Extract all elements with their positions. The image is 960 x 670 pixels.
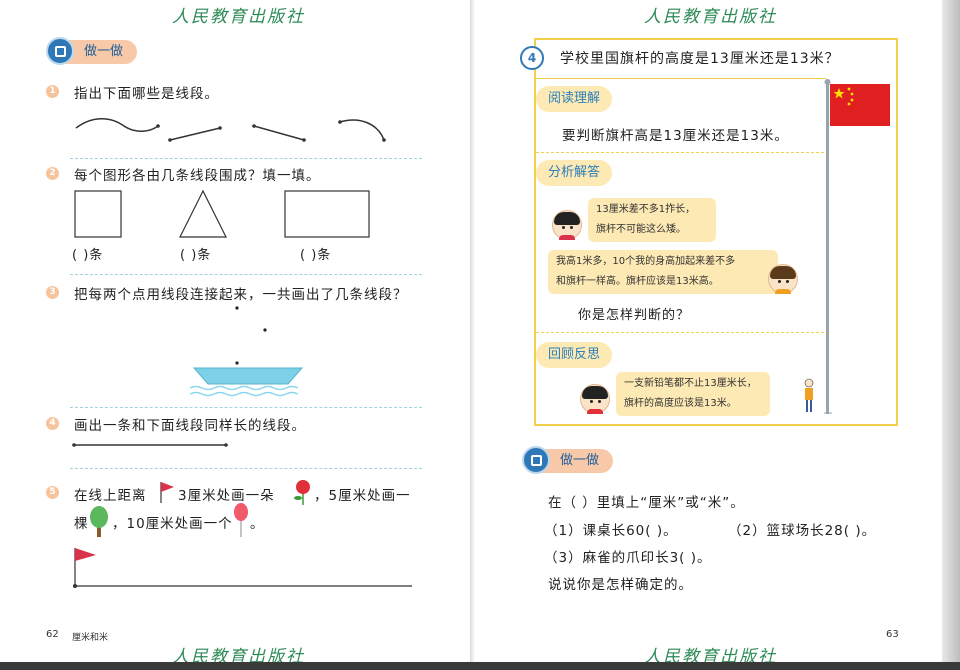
divider (70, 274, 422, 275)
publisher-header-logo: 人民教育出版社 (172, 7, 305, 27)
publisher-footer-logo: 人民教育出版社 (644, 647, 777, 662)
flagpole-figure (824, 79, 890, 414)
line-figures (75, 118, 386, 142)
reading-text: 要判断旗杆高是13厘米还是13米。 (562, 128, 789, 144)
publisher-footer-logo: 人民教育出版社 (172, 647, 305, 662)
flag-icon (160, 482, 174, 503)
section-label-try: 做一做 (46, 37, 138, 65)
tree-icon (90, 506, 108, 537)
child-figure (804, 378, 814, 412)
speech-bubble-review: 一支新铅笔都不止13厘米长， 旗杆的高度应该是13米。 (616, 372, 770, 416)
frame-divider (534, 78, 826, 79)
question-5-part-4: 棵 (74, 516, 89, 532)
page-number: 63 (886, 629, 899, 640)
question-5-part-5: ，10厘米处画一个 (112, 516, 233, 532)
blank-rectangle[interactable]: ( )条 (300, 244, 331, 263)
reference-segment (72, 443, 228, 447)
pencil-square-icon (522, 446, 550, 474)
fill-item-4: 说说你是怎样确定的。 (548, 577, 693, 593)
question-number: 2 (46, 167, 59, 180)
boy-avatar (552, 210, 582, 240)
balloon-icon (234, 503, 248, 537)
label-review: 回顾反思 (536, 342, 613, 368)
question-number: 4 (46, 417, 59, 430)
divider (70, 468, 422, 469)
question-1-text: 指出下面哪些是线段。 (74, 86, 219, 102)
left-page: 人民教育出版社 做一做 1 指出下面哪些是线段。 2 每个图形各由几条线段围成？… (0, 0, 472, 662)
example-number: 4 (520, 46, 544, 70)
fill-item-3[interactable]: （3）麻雀的爪印长3( )。 (544, 546, 712, 566)
blank-square[interactable]: ( )条 (72, 244, 103, 263)
speech-bubble-boy: 13厘米差不多1拃长， 旗杆不可能这么矮。 (588, 198, 716, 242)
section-label-text: 做一做 (84, 44, 124, 59)
divider (536, 152, 824, 153)
example-question: 学校里国旗杆的高度是13厘米还是13米？ (560, 51, 840, 67)
divider (70, 158, 422, 159)
question-number: 5 (46, 486, 59, 499)
section-label-try: 做一做 (522, 446, 614, 474)
boat-dots-figure (190, 306, 304, 397)
question-number: 1 (46, 85, 59, 98)
publisher-header-logo: 人民教育出版社 (644, 7, 777, 27)
fill-item-2[interactable]: （2）篮球场长28( )。 (728, 519, 876, 539)
drawing-line[interactable] (70, 544, 416, 590)
speech-bubble-girl: 我高1米多，10个我的身高加起来差不多 和旗杆一样高。旗杆应该是13米高。 (548, 250, 778, 294)
analysis-question: 你是怎样判断的？ (578, 308, 691, 323)
fill-instruction: 在（ ）里填上“厘米”或“米”。 (548, 495, 745, 511)
right-page: 人民教育出版社 4 学校里国旗杆的高度是13厘米还是13米？ 阅读理解 要判断旗… (474, 0, 942, 662)
flower-icon (294, 480, 310, 505)
page-number: 62 (46, 629, 59, 640)
label-analysis: 分析解答 (536, 160, 613, 186)
question-number: 3 (46, 286, 59, 299)
question-4-text: 画出一条和下面线段同样长的线段。 (74, 418, 306, 434)
girl-avatar (768, 264, 798, 294)
divider (70, 407, 422, 408)
question-2-text: 每个图形各由几条线段围成？填一填。 (74, 168, 321, 184)
book-edge-shadow (942, 0, 960, 662)
blank-triangle[interactable]: ( )条 (180, 244, 211, 263)
question-5-part-2: 3厘米处画一朵 (178, 488, 275, 504)
question-5-part-1: 在线上距离 (74, 488, 147, 504)
fill-item-1[interactable]: （1）课桌长60( )。 (544, 519, 678, 539)
shape-figures (74, 189, 370, 238)
label-reading: 阅读理解 (536, 86, 613, 112)
girl-avatar-2 (580, 384, 610, 414)
question-5-part-6: 。 (250, 516, 265, 532)
pencil-square-icon (46, 37, 74, 65)
divider (536, 332, 824, 333)
question-5-part-3: ，5厘米处画一 (314, 488, 411, 504)
chapter-title: 厘米和米 (72, 633, 109, 643)
section-label-text: 做一做 (560, 453, 600, 468)
